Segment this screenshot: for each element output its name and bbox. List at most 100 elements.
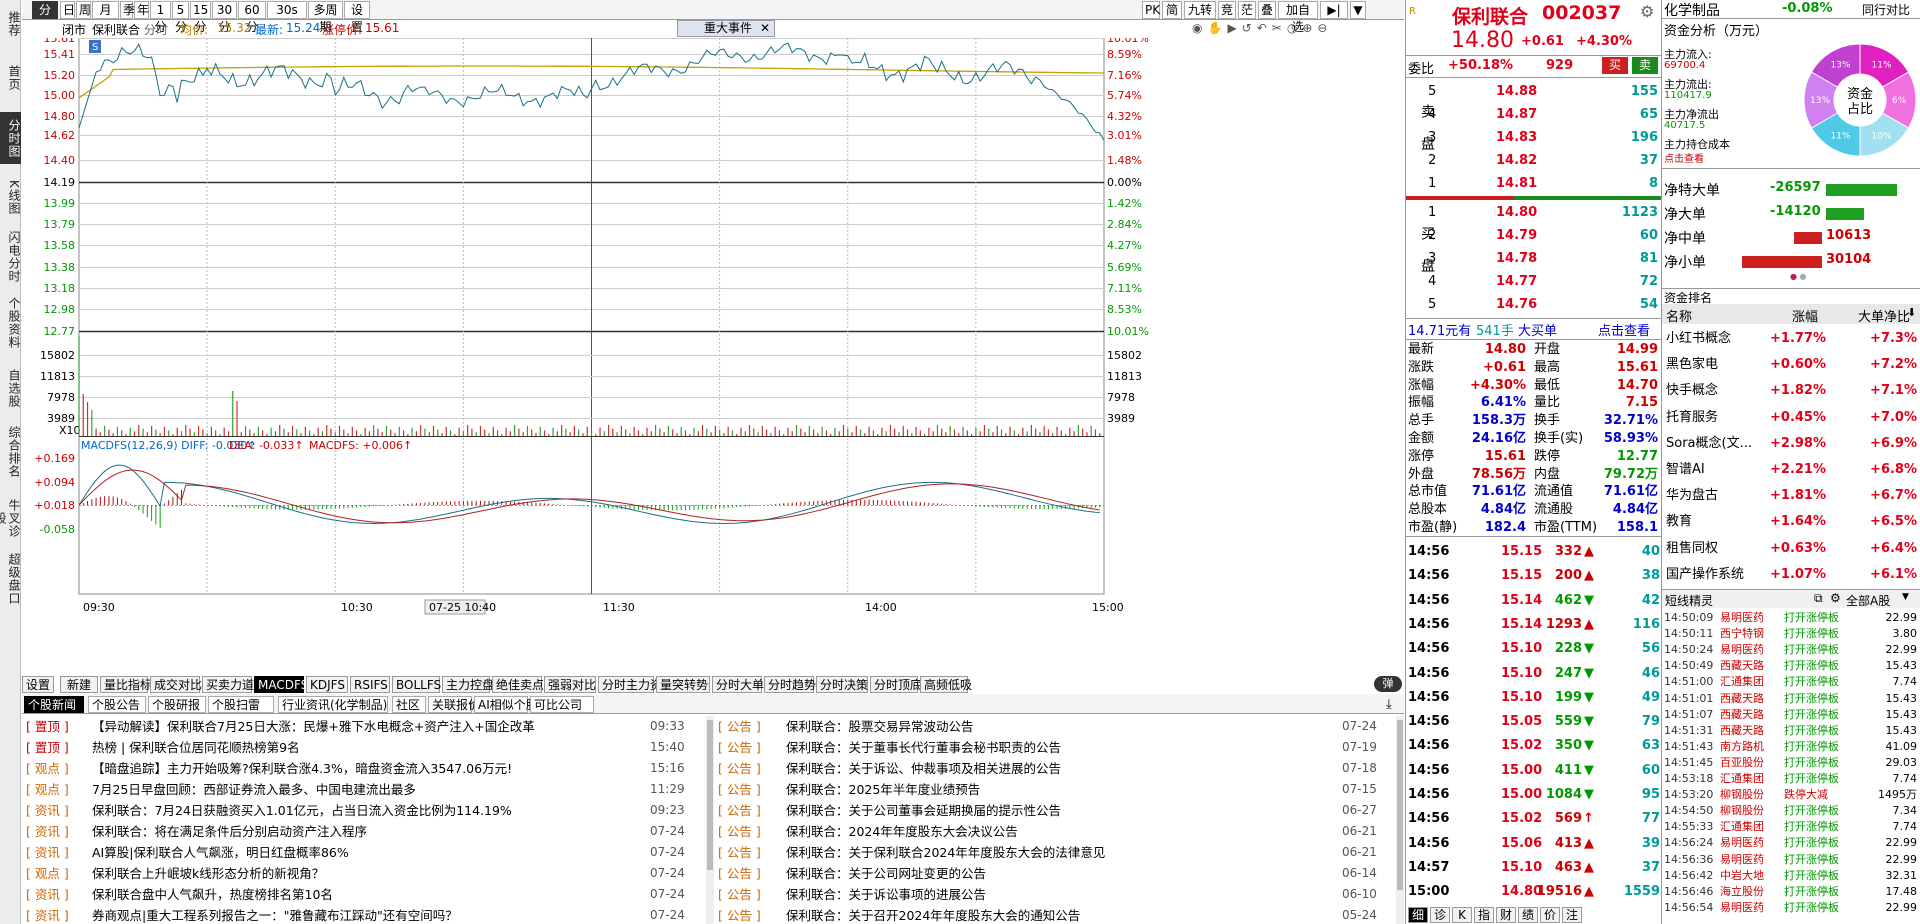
dx-stock[interactable]: 西藏天路 [1720,707,1764,722]
toolbar-item-10[interactable]: 60分 [238,1,266,34]
indicator-tab-2[interactable]: 量比指标 [100,676,152,693]
dx-row[interactable]: 14:51:07 西藏天路 打开涨停板 15.43 [1662,707,1920,722]
rank-row[interactable]: 智谱AI +2.21% +6.8% [1662,457,1920,483]
notice-item[interactable]: [ 公告 ] 保利联合：关于诉讼、仲裁事项及相关进展的公告 07-18 [714,758,1396,779]
news-tab-6[interactable]: 关联报价 [428,696,480,713]
buy-button[interactable]: 买 [1602,57,1628,74]
toolbar-item-7[interactable]: 5分 [172,1,189,34]
toggle-switch[interactable]: 弹 [1374,676,1402,692]
dx-row[interactable]: 14:56:42 中岩大地 打开涨停板 32.31 [1662,868,1920,883]
dx-stock[interactable]: 西藏天路 [1720,691,1764,706]
bigbuy-link[interactable]: 点击查看 [1598,320,1650,339]
quote-tab-0[interactable]: 细 [1408,907,1428,923]
toolbar-item-11[interactable]: 30s [267,1,307,19]
nav-item-6[interactable]: 自选股 [0,362,21,414]
news-item[interactable]: [ 资讯 ] 保利联合：将在满足条件后分别启动资产注入程序 07-24 [22,821,710,842]
dx-stock[interactable]: 西藏天路 [1720,658,1764,673]
dx-row[interactable]: 14:53:18 汇通集团 打开涨停板 7.74 [1662,771,1920,786]
gear-icon[interactable]: ⚙ [1640,2,1654,21]
dx-row[interactable]: 14:51:45 百亚股份 打开涨停板 29.03 [1662,755,1920,770]
quote-tab-2[interactable]: K [1452,907,1472,923]
dx-row[interactable]: 14:50:24 易明医药 打开涨停板 22.99 [1662,642,1920,657]
quote-tab-7[interactable]: 注 [1562,907,1582,923]
toolbar-item-9[interactable]: 30分 [212,1,237,34]
ask-row[interactable]: 3 14.83 196 [1406,127,1662,148]
dx-row[interactable]: 14:51:31 西藏天路 打开涨停板 15.43 [1662,723,1920,738]
quote-tab-5[interactable]: 绩 [1518,907,1538,923]
toolbar-right-6[interactable]: 加自选 [1278,1,1318,34]
dx-stock[interactable]: 西宁特钢 [1720,626,1764,641]
news-item[interactable]: [ 资讯 ] 保利联合盘中人气飙升，热度榜排名第10名 07-24 [22,884,710,905]
toolbar-item-0[interactable]: 分时 [32,1,58,34]
chart-tools[interactable]: ◉✋▶↺↶✂◷⊕⊖ [1192,21,1392,37]
bid-row[interactable]: 5 14.76 54 [1406,294,1662,315]
bid-row[interactable]: 2 14.79 60 [1406,225,1662,246]
close-icon[interactable]: ✕ [760,21,770,36]
nav-item-0[interactable]: 推荐 [0,0,21,48]
ask-row[interactable]: 1 14.81 8 [1406,173,1662,194]
toolbar-item-3[interactable]: 月 [92,1,119,19]
indicator-tab-3[interactable]: 成交对比 [150,676,202,693]
dx-stock[interactable]: 海立股份 [1720,884,1764,899]
zoom-out-icon[interactable]: ⊖ [1317,21,1332,35]
news-tab-2[interactable]: 个股研报 [148,696,206,713]
dx-stock[interactable]: 柳钢股份 [1720,803,1764,818]
rank-col-pct[interactable]: 涨幅 [1792,306,1818,325]
intraday-chart[interactable]: 15.61 10.01% 15.41 8.59% 15.20 7.16% 15.00 5.74… [22,38,1404,674]
expand-icon[interactable]: ⧉ [1814,591,1823,606]
nav-item-2[interactable]: 分时图 [0,112,21,164]
dx-row[interactable]: 14:51:43 南方路机 打开涨停板 41.09 [1662,739,1920,754]
toolbar-right-1[interactable]: 简 [1162,1,1182,19]
dx-row[interactable]: 14:56:46 海立股份 打开涨停板 17.48 [1662,884,1920,899]
toolbar-item-1[interactable]: 日 [60,1,75,19]
dx-row[interactable]: 14:50:09 易明医药 打开涨停板 22.99 [1662,610,1920,625]
toolbar-item-6[interactable]: 1分 [150,1,171,34]
toolbar-item-2[interactable]: 周 [76,1,91,19]
dx-stock[interactable]: 易明医药 [1720,852,1764,867]
quote-tab-3[interactable]: 指 [1474,907,1494,923]
ask-row[interactable]: 2 14.82 37 [1406,150,1662,171]
notice-item[interactable]: [ 公告 ] 保利联合：关于诉讼事项的进展公告 06-10 [714,884,1396,905]
news-item[interactable]: [ 资讯 ] 券商观点|重大工程系列报告之一："雅鲁藏布江踩动"还有空间吗？ 07-… [22,905,710,924]
nav-item-4[interactable]: 闪电分时 [0,228,21,286]
dx-row[interactable]: 14:54:50 柳钢股份 打开涨停板 7.34 [1662,803,1920,818]
quote-tab-6[interactable]: 价 [1540,907,1560,923]
rank-row[interactable]: 快手概念 +1.82% +7.1% [1662,378,1920,404]
ask-row[interactable]: 4 14.87 65 [1406,104,1662,125]
eye-icon[interactable]: ◉ [1192,21,1207,35]
dx-stock[interactable]: 西藏天路 [1720,723,1764,738]
news-tab-7[interactable]: AI相似个股 [474,696,538,713]
play-icon[interactable]: ▶ [1227,21,1241,35]
toolbar-right-3[interactable]: 竞 [1218,1,1236,19]
indicator-tab-18[interactable]: 高频低吸 [920,676,972,693]
rank-row[interactable]: 租售同权 +0.63% +6.4% [1662,536,1920,562]
dx-row[interactable]: 14:56:36 易明医药 打开涨停板 22.99 [1662,852,1920,867]
zoom-in-icon[interactable]: ⊕ [1302,21,1317,35]
indicator-tab-9[interactable]: 主力控盘 [442,676,494,693]
toolbar-item-13[interactable]: 设置 [344,1,370,34]
dx-row[interactable]: 14:50:49 西藏天路 打开涨停板 15.43 [1662,658,1920,673]
nav-item-5[interactable]: 个股资料 [0,290,21,356]
bid-row[interactable]: 4 14.77 72 [1406,271,1662,292]
fund-value[interactable]: 点击查看 [1664,150,1704,165]
rank-row[interactable]: Sora概念(文... +2.98% +6.9% [1662,431,1920,457]
dx-row[interactable]: 14:56:24 易明医药 打开涨停板 22.99 [1662,835,1920,850]
replay-icon[interactable]: ↺ [1242,21,1257,35]
news-tab-8[interactable]: 可比公司 [530,696,594,713]
dx-stock[interactable]: 汇通集团 [1720,674,1764,689]
news-item[interactable]: [ 观点 ] 【暗盘追踪】主力开始吸筹?保利联合涨4.3%，暗盘资金流入3547.… [22,758,710,779]
bid-row[interactable]: 1 14.80 1123 [1406,202,1662,223]
dx-filter[interactable]: 全部A股 [1846,592,1890,609]
rank-col-name[interactable]: 名称 [1666,306,1692,325]
news-item[interactable]: [ 置顶 ] 【异动解读】保利联合7月25日大涨：民爆+雅下水电概念+资产注入+国… [22,716,710,737]
notice-item[interactable]: [ 公告 ] 保利联合：2024年年度股东大会决议公告 06-21 [714,821,1396,842]
chevron-down-icon[interactable]: ▼ [1902,592,1909,602]
toolbar-item-8[interactable]: 15分 [190,1,211,34]
page-dots[interactable]: ● ● [1790,272,1807,281]
news-item[interactable]: [ 置顶 ] 热榜 | 保利联合位居同花顺热榜第9名 15:40 [22,737,710,758]
major-event-tag[interactable]: 重大事件 ✕ [677,20,775,37]
dx-stock[interactable]: 百亚股份 [1720,755,1764,770]
compare-link[interactable]: 同行对比 [1862,1,1910,18]
rank-row[interactable]: 托育服务 +0.45% +7.0% [1662,405,1920,431]
toolbar-right-5[interactable]: 叠 [1258,1,1276,19]
